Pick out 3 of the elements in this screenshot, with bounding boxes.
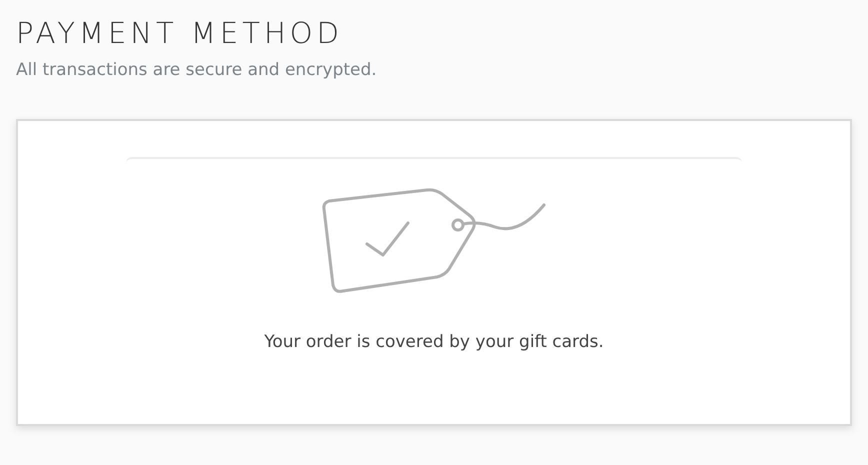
gift-card-message: Your order is covered by your gift cards. — [263, 331, 605, 354]
security-note: All transactions are secure and encrypted. — [16, 58, 378, 82]
section-title: PAYMENT METHOD — [16, 18, 344, 50]
